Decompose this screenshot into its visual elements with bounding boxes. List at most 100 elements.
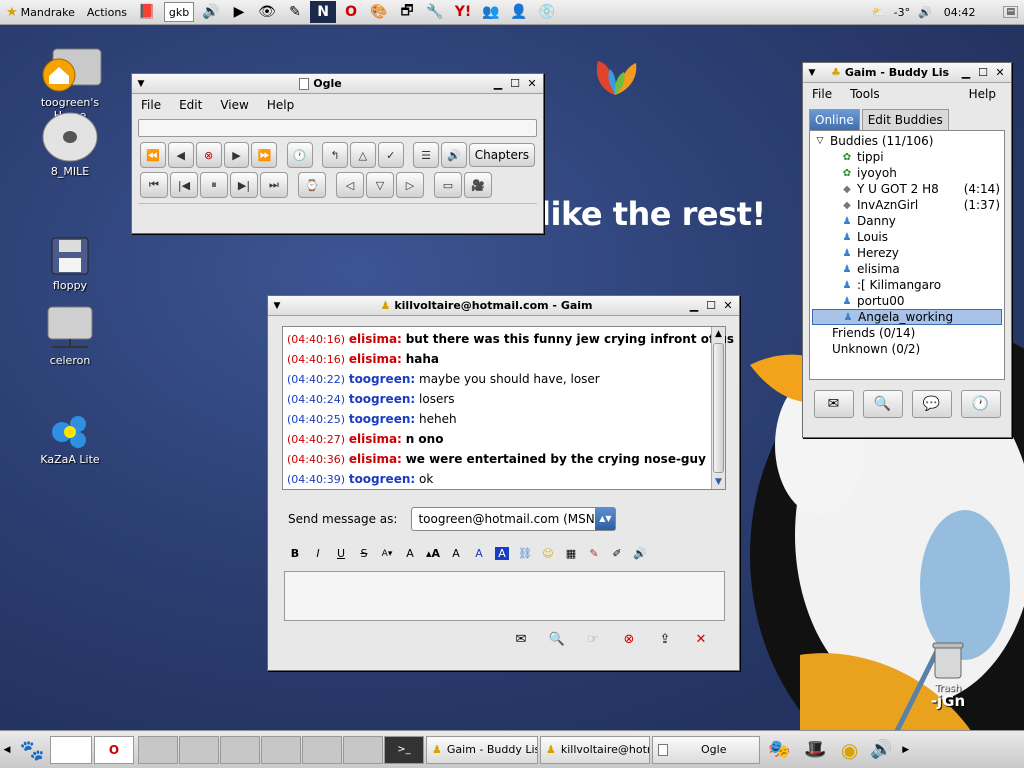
workspace-5[interactable] bbox=[302, 735, 342, 764]
desktop-icon-home[interactable]: toogreen's Home bbox=[25, 45, 115, 122]
buddy-row[interactable]: ◆ Y U GOT 2 H8 (4:14) bbox=[810, 181, 1004, 197]
workspace-3[interactable] bbox=[220, 735, 260, 764]
link-icon[interactable]: ⛓ bbox=[518, 547, 532, 560]
rewind-icon[interactable]: ◀ bbox=[167, 142, 194, 168]
scroll-up-icon[interactable]: ▲ bbox=[712, 327, 725, 341]
main-menu-button[interactable]: ★ Mandrake bbox=[0, 0, 81, 25]
terminal-icon[interactable]: >_ bbox=[384, 735, 424, 764]
last-chapter-icon[interactable]: ⏭ bbox=[260, 172, 288, 198]
ogle-menu-edit[interactable]: Edit bbox=[170, 98, 211, 112]
volume-icon[interactable]: 🔊 bbox=[918, 6, 932, 19]
fast-forward-icon[interactable]: ⏩ bbox=[251, 142, 278, 168]
show-desktop-icon[interactable] bbox=[50, 735, 92, 764]
desktop-icon-floppy[interactable]: floppy bbox=[25, 236, 115, 292]
text-color-icon[interactable]: A bbox=[472, 547, 486, 560]
minimize-icon[interactable]: ▁ bbox=[687, 299, 701, 313]
buddy-list-titlebar[interactable]: ▼ ♣ Gaim - Buddy Lis ▁ ☐ ✕ bbox=[803, 63, 1011, 83]
maximize-icon[interactable]: ☐ bbox=[976, 66, 990, 80]
ogle-titlebar[interactable]: ▼ Ogle ▁ ☐ ✕ bbox=[132, 74, 543, 94]
send-im-icon[interactable]: ✉ bbox=[813, 390, 854, 418]
buddy-row[interactable]: ♟:[ Kilimangaro bbox=[810, 277, 1004, 293]
log-icon[interactable]: ✎ bbox=[587, 547, 601, 560]
expander-open-icon[interactable]: ▽ bbox=[810, 136, 830, 146]
desktop-icon-celeron[interactable]: celeron bbox=[25, 303, 115, 367]
italic-icon[interactable]: I bbox=[311, 547, 325, 560]
scroll-down-icon[interactable]: ▼ bbox=[712, 475, 725, 489]
buddy-menu-help[interactable]: Help bbox=[960, 87, 1005, 101]
yahoo-launcher-icon[interactable]: Y! bbox=[450, 1, 476, 23]
task-conversation[interactable]: ♟ killvoltaire@hotma bbox=[540, 735, 650, 764]
buddy-row[interactable]: ◆ InvAznGirl (1:37) bbox=[810, 197, 1004, 213]
subtitle-icon[interactable]: ▭ bbox=[434, 172, 462, 198]
task-ogle[interactable]: Ogle bbox=[652, 735, 760, 764]
panel-hide-button[interactable]: ▤ bbox=[1003, 6, 1018, 18]
dropdown-arrows-icon[interactable]: ▲▼ bbox=[595, 508, 616, 530]
cd-player-launcher-icon[interactable]: 💿 bbox=[534, 1, 560, 23]
next-chapter-icon[interactable]: ▶| bbox=[230, 172, 258, 198]
task-buddy-list[interactable]: ♟ Gaim - Buddy List bbox=[426, 735, 538, 764]
first-chapter-icon[interactable]: ⏮ bbox=[140, 172, 168, 198]
window-menu-icon[interactable]: ▼ bbox=[803, 68, 821, 78]
file-transfer-icon[interactable]: ⇪ bbox=[652, 627, 678, 651]
buddy-row[interactable]: ♟ Herezy bbox=[810, 245, 1004, 261]
workspace-6[interactable] bbox=[343, 735, 383, 764]
keyboard-layout-applet[interactable]: gkb bbox=[164, 2, 195, 22]
message-entry[interactable] bbox=[284, 571, 725, 621]
user-launcher-icon[interactable]: 👤 bbox=[506, 1, 532, 23]
audio-icon[interactable]: 🔊 bbox=[440, 142, 467, 168]
window-menu-icon[interactable]: ▼ bbox=[268, 301, 286, 311]
ogle-menu-help[interactable]: Help bbox=[258, 98, 303, 112]
hat-icon[interactable]: 🎩 bbox=[804, 739, 826, 760]
clock-applet-icon[interactable]: ◉ bbox=[841, 738, 858, 762]
minimize-icon[interactable]: ▁ bbox=[491, 77, 505, 91]
buddy-row[interactable]: ♟ elisima bbox=[810, 261, 1004, 277]
weather-temperature[interactable]: -3° bbox=[894, 6, 910, 19]
buddy-row[interactable]: ✿ tippi bbox=[810, 149, 1004, 165]
font-face-icon[interactable]: A bbox=[449, 547, 463, 560]
tools-launcher-icon[interactable]: 🔧 bbox=[422, 1, 448, 23]
font-larger-icon[interactable]: ▴A bbox=[426, 547, 440, 560]
buddy-row[interactable]: ♟ Louis bbox=[810, 229, 1004, 245]
buddy-row[interactable]: ✿ iyoyoh bbox=[810, 165, 1004, 181]
panel-scroll-right-icon[interactable]: ▶ bbox=[899, 745, 913, 755]
maximize-icon[interactable]: ☐ bbox=[704, 299, 718, 313]
eye-launcher-icon[interactable]: 👁 bbox=[254, 1, 280, 23]
book-launcher-icon[interactable]: 📕 bbox=[134, 1, 160, 23]
workspace-2[interactable] bbox=[179, 735, 219, 764]
desktop-icon-kazaa[interactable]: KaZaA Lite bbox=[25, 414, 115, 466]
font-smaller-icon[interactable]: A▾ bbox=[380, 549, 394, 559]
desktop-icon-trash[interactable]: Trash -jGn bbox=[918, 640, 978, 710]
theater-masks-icon[interactable]: 🎭 bbox=[768, 739, 790, 760]
time-cancel-icon[interactable]: ⌚ bbox=[298, 172, 326, 198]
chat-icon[interactable]: 💬 bbox=[911, 390, 952, 418]
background-color-icon[interactable]: A bbox=[495, 547, 509, 560]
resume-icon[interactable]: ↰ bbox=[322, 142, 348, 168]
buddy-menu-tools[interactable]: Tools bbox=[841, 87, 889, 101]
gnome-foot-icon[interactable]: 🐾 bbox=[14, 738, 50, 762]
close-icon[interactable]: ✕ bbox=[993, 66, 1007, 80]
select-icon[interactable]: ✓ bbox=[377, 142, 404, 168]
menu-icon[interactable]: ☰ bbox=[413, 142, 439, 168]
media-player-launcher-icon[interactable]: ▶ bbox=[226, 1, 252, 23]
group-row-buddies[interactable]: ▽ Buddies (11/106) bbox=[810, 133, 1004, 149]
chapters-button[interactable]: Chapters bbox=[468, 143, 536, 167]
actions-menu-button[interactable]: Actions bbox=[81, 0, 133, 25]
group-row-friends[interactable]: Friends (0/14) bbox=[810, 325, 1004, 341]
play-icon[interactable]: ▶ bbox=[223, 142, 250, 168]
weather-icon[interactable]: ⛅ bbox=[872, 6, 886, 19]
netscape-launcher-icon[interactable]: N bbox=[310, 1, 337, 23]
prev-chapter-icon[interactable]: |◀ bbox=[170, 172, 198, 198]
tab-edit-buddies[interactable]: Edit Buddies bbox=[861, 109, 949, 130]
close-icon[interactable]: ✕ bbox=[721, 299, 735, 313]
ogle-menu-view[interactable]: View bbox=[211, 98, 257, 112]
time-search-icon[interactable]: 🕐 bbox=[286, 142, 313, 168]
bold-icon[interactable]: B bbox=[288, 547, 302, 560]
buddy-row[interactable]: ♟ portu00 bbox=[810, 293, 1004, 309]
windows-launcher-icon[interactable]: 🗗 bbox=[394, 1, 420, 23]
panel-scroll-left-icon[interactable]: ◀ bbox=[0, 745, 14, 755]
up-icon[interactable]: △ bbox=[349, 142, 376, 168]
conversation-titlebar[interactable]: ▼ ♟ killvoltaire@hotmail.com - Gaim ▁ ☐ … bbox=[268, 296, 739, 316]
rewind-fast-icon[interactable]: ⏪ bbox=[140, 142, 166, 168]
workspace-1[interactable] bbox=[138, 735, 178, 764]
volume-launcher-icon[interactable]: 🔊 bbox=[198, 1, 224, 23]
